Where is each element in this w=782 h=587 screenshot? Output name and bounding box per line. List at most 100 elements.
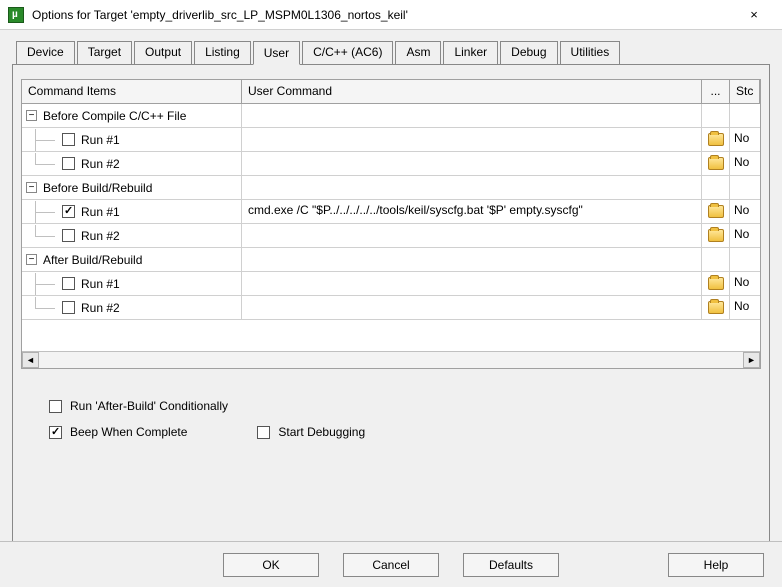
opt-start-debugging-label: Start Debugging — [278, 425, 365, 439]
tab-panel-user: Command Items User Command ... Stc −Befo… — [12, 64, 770, 549]
tree-branch-icon — [26, 201, 62, 223]
user-command-cell[interactable]: cmd.exe /C "$P../../../../../tools/keil/… — [242, 200, 702, 223]
run-label: Run #1 — [81, 133, 120, 147]
grid-header: Command Items User Command ... Stc — [22, 80, 760, 104]
col-user-command: User Command — [242, 80, 702, 103]
run-checkbox[interactable] — [62, 229, 75, 242]
run-item[interactable]: Run #1 — [22, 200, 242, 223]
browse-cell[interactable] — [702, 224, 730, 247]
browse-cell[interactable] — [702, 128, 730, 151]
grid-run-row: Run #2 No — [22, 296, 760, 320]
col-command-items: Command Items — [22, 80, 242, 103]
tree-collapse-icon[interactable]: − — [26, 182, 37, 193]
folder-open-icon[interactable] — [708, 157, 724, 170]
close-icon[interactable]: × — [734, 4, 774, 26]
opt-start-debugging[interactable]: Start Debugging — [257, 425, 365, 439]
tab-target[interactable]: Target — [77, 41, 132, 64]
run-checkbox[interactable] — [62, 301, 75, 314]
run-checkbox[interactable] — [62, 277, 75, 290]
opt-beep-label: Beep When Complete — [70, 425, 187, 439]
grid-group-row: −After Build/Rebuild — [22, 248, 760, 272]
run-label: Run #2 — [81, 229, 120, 243]
run-label: Run #1 — [81, 205, 120, 219]
grid-run-row: Run #1 cmd.exe /C "$P../../../../../tools… — [22, 200, 760, 224]
grid-group-row: −Before Build/Rebuild — [22, 176, 760, 200]
cancel-button[interactable]: Cancel — [343, 553, 439, 577]
run-label: Run #2 — [81, 157, 120, 171]
col-stc: Stc — [730, 80, 760, 103]
tab-ccpp[interactable]: C/C++ (AC6) — [302, 41, 393, 64]
tree-collapse-icon[interactable]: − — [26, 110, 37, 121]
defaults-button[interactable]: Defaults — [463, 553, 559, 577]
stc-cell[interactable]: No — [730, 224, 760, 247]
group-label: After Build/Rebuild — [43, 253, 142, 267]
folder-open-icon[interactable] — [708, 229, 724, 242]
tab-output[interactable]: Output — [134, 41, 192, 64]
scroll-left-icon[interactable]: ◄ — [22, 352, 39, 368]
browse-cell[interactable] — [702, 272, 730, 295]
folder-open-icon[interactable] — [708, 205, 724, 218]
folder-open-icon[interactable] — [708, 133, 724, 146]
user-command-cell[interactable] — [242, 224, 702, 247]
folder-open-icon[interactable] — [708, 277, 724, 290]
tab-linker[interactable]: Linker — [443, 41, 498, 64]
checkbox[interactable] — [49, 426, 62, 439]
user-command-cell[interactable] — [242, 128, 702, 151]
group-label: Before Build/Rebuild — [43, 181, 152, 195]
browse-cell[interactable] — [702, 296, 730, 319]
stc-cell[interactable]: No — [730, 128, 760, 151]
command-grid: Command Items User Command ... Stc −Befo… — [21, 79, 761, 369]
stc-cell[interactable]: No — [730, 152, 760, 175]
opt-run-after-build-conditionally[interactable]: Run 'After-Build' Conditionally — [49, 399, 761, 413]
run-item[interactable]: Run #2 — [22, 224, 242, 247]
tab-user[interactable]: User — [253, 41, 300, 65]
user-command-cell[interactable] — [242, 272, 702, 295]
user-command-cell[interactable] — [242, 152, 702, 175]
button-bar: OK Cancel Defaults Help — [0, 541, 782, 587]
scrollbar-horizontal[interactable]: ◄ ► — [22, 351, 760, 368]
opt-row-2: Beep When Complete Start Debugging — [49, 425, 761, 439]
help-button[interactable]: Help — [668, 553, 764, 577]
tab-utilities[interactable]: Utilities — [560, 41, 621, 64]
stc-cell[interactable]: No — [730, 200, 760, 223]
run-item[interactable]: Run #1 — [22, 128, 242, 151]
tab-strip: Device Target Output Listing User C/C++ … — [12, 41, 770, 65]
opt-label: Run 'After-Build' Conditionally — [70, 399, 228, 413]
tree-group-label[interactable]: −Before Build/Rebuild — [22, 176, 242, 199]
run-checkbox[interactable] — [62, 157, 75, 170]
tab-asm[interactable]: Asm — [395, 41, 441, 64]
checkbox[interactable] — [49, 400, 62, 413]
run-item[interactable]: Run #1 — [22, 272, 242, 295]
run-item[interactable]: Run #2 — [22, 152, 242, 175]
tree-group-label[interactable]: −Before Compile C/C++ File — [22, 104, 242, 127]
browse-cell[interactable] — [702, 200, 730, 223]
col-browse: ... — [702, 80, 730, 103]
run-label: Run #2 — [81, 301, 120, 315]
checkbox[interactable] — [257, 426, 270, 439]
user-command-cell[interactable] — [242, 296, 702, 319]
tree-branch-icon — [26, 297, 62, 319]
scroll-track[interactable] — [39, 352, 743, 368]
stc-cell[interactable]: No — [730, 272, 760, 295]
app-icon — [8, 7, 24, 23]
titlebar: Options for Target 'empty_driverlib_src_… — [0, 0, 782, 30]
run-item[interactable]: Run #2 — [22, 296, 242, 319]
tab-listing[interactable]: Listing — [194, 41, 251, 64]
ok-button[interactable]: OK — [223, 553, 319, 577]
run-checkbox[interactable] — [62, 205, 75, 218]
grid-run-row: Run #2 No — [22, 224, 760, 248]
tree-branch-icon — [26, 153, 62, 175]
tree-collapse-icon[interactable]: − — [26, 254, 37, 265]
run-label: Run #1 — [81, 277, 120, 291]
browse-cell[interactable] — [702, 152, 730, 175]
window-title: Options for Target 'empty_driverlib_src_… — [32, 8, 734, 22]
run-checkbox[interactable] — [62, 133, 75, 146]
folder-open-icon[interactable] — [708, 301, 724, 314]
tree-group-label[interactable]: −After Build/Rebuild — [22, 248, 242, 271]
group-label: Before Compile C/C++ File — [43, 109, 186, 123]
tab-debug[interactable]: Debug — [500, 41, 557, 64]
tab-device[interactable]: Device — [16, 41, 75, 64]
grid-run-row: Run #1 No — [22, 128, 760, 152]
stc-cell[interactable]: No — [730, 296, 760, 319]
scroll-right-icon[interactable]: ► — [743, 352, 760, 368]
